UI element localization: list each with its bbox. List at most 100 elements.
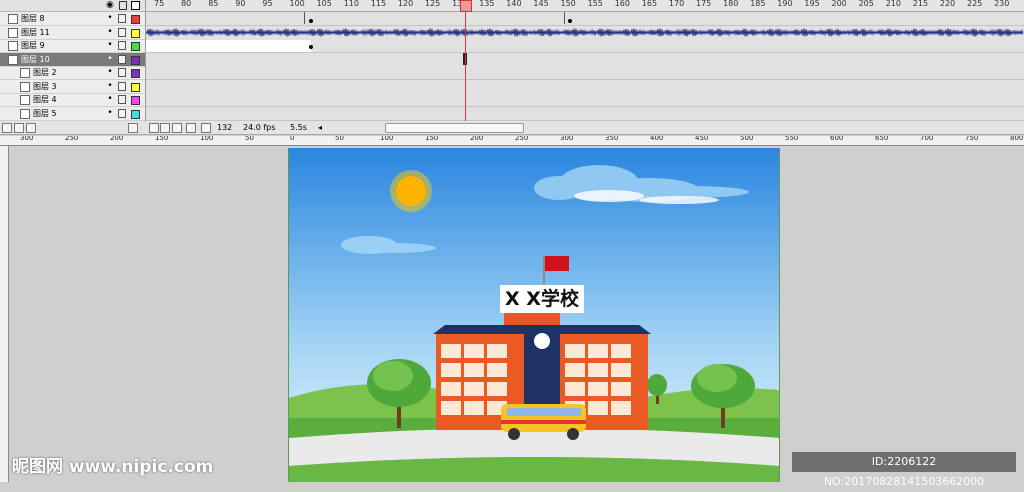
lock-icon[interactable] xyxy=(118,68,126,77)
layer-color-swatch[interactable] xyxy=(131,15,140,24)
onion-outline-icon[interactable] xyxy=(172,123,182,133)
layer-name[interactable]: 图层 3 xyxy=(33,80,57,93)
visibility-dot[interactable]: • xyxy=(107,80,113,93)
frame-row[interactable] xyxy=(146,79,1024,94)
frame-number: 170 xyxy=(668,0,685,8)
layer-row[interactable]: 图层 8 • xyxy=(0,12,145,26)
window xyxy=(611,382,631,396)
layer-row[interactable]: 图层 5 • xyxy=(0,107,145,121)
frame-number: 85 xyxy=(208,0,219,8)
center-frame-icon[interactable] xyxy=(149,123,159,133)
playhead[interactable] xyxy=(465,0,466,122)
layer-row[interactable]: 图层 3 • xyxy=(0,80,145,94)
layer-color-swatch[interactable] xyxy=(131,28,140,38)
keyframe[interactable] xyxy=(568,19,572,23)
frame-number: 215 xyxy=(912,0,929,8)
visibility-dot[interactable]: • xyxy=(107,12,113,25)
lock-icon[interactable] xyxy=(118,108,126,118)
frame-number: 145 xyxy=(533,0,549,8)
ruler-number: 200 xyxy=(110,136,124,142)
lock-icon[interactable] xyxy=(118,27,126,37)
visibility-dot[interactable]: • xyxy=(107,53,113,66)
layer-name[interactable]: 图层 4 xyxy=(33,93,57,106)
frame-rate[interactable]: 24.0 fps xyxy=(243,121,275,134)
layer-icon[interactable] xyxy=(20,81,30,92)
frame-row[interactable] xyxy=(146,66,1024,80)
ruler-number: 300 xyxy=(20,136,34,142)
frame-number: 140 xyxy=(506,0,522,8)
layer-row[interactable]: 图层 4 • xyxy=(0,93,145,107)
ruler-number: 400 xyxy=(650,136,664,142)
elapsed-time[interactable]: 5.5s xyxy=(290,121,307,134)
layer-name[interactable]: 图层 2 xyxy=(33,66,57,79)
layer-name[interactable]: 图层 9 xyxy=(21,39,45,52)
scroll-left-icon[interactable]: ◂ xyxy=(318,121,322,134)
layer-row[interactable]: 图层 9 • xyxy=(0,39,145,53)
frame-number: 135 xyxy=(479,0,495,8)
lock-icon[interactable] xyxy=(118,54,126,64)
folder-icon[interactable] xyxy=(8,54,18,65)
lock-icon[interactable] xyxy=(119,1,127,10)
layer-icon[interactable] xyxy=(8,14,18,24)
lock-icon[interactable] xyxy=(118,41,126,50)
layer-name[interactable]: 图层 8 xyxy=(21,12,45,25)
current-frame[interactable]: 132 xyxy=(217,121,232,134)
visibility-dot[interactable]: • xyxy=(107,66,113,79)
outline-icon[interactable] xyxy=(131,1,140,10)
layer-icon[interactable] xyxy=(20,108,30,119)
frame-number: 115 xyxy=(370,0,387,8)
frame-grid[interactable]: 7580859095100105110115120125130135140145… xyxy=(146,0,1024,122)
new-folder-icon[interactable] xyxy=(14,123,24,133)
frame-row[interactable] xyxy=(146,12,1024,26)
frame-row[interactable] xyxy=(146,93,1024,107)
frame-row[interactable] xyxy=(146,106,1024,121)
ruler-number: 200 xyxy=(470,136,484,142)
visibility-dot[interactable]: • xyxy=(107,26,113,39)
visibility-dot[interactable]: • xyxy=(107,93,113,106)
eye-icon[interactable]: ◉ xyxy=(106,0,114,10)
layer-row[interactable]: 图层 11 • xyxy=(0,26,145,40)
lock-icon[interactable] xyxy=(118,14,126,23)
layer-color-swatch[interactable] xyxy=(131,109,140,119)
keyframe[interactable] xyxy=(309,19,313,23)
layer-row[interactable]: 图层 2 • xyxy=(0,66,145,80)
layer-name[interactable]: 图层 10 xyxy=(21,53,50,66)
delete-icon[interactable] xyxy=(128,123,138,133)
layer-color-swatch[interactable] xyxy=(131,55,140,65)
frame-number: 205 xyxy=(858,0,874,8)
onion-skin-icon[interactable] xyxy=(160,123,170,133)
layer-name[interactable]: 图层 11 xyxy=(21,26,50,39)
layer-icon[interactable] xyxy=(20,68,30,78)
new-layer-icon[interactable] xyxy=(2,123,12,133)
edit-multiple-icon[interactable] xyxy=(186,123,196,133)
layer-icon[interactable] xyxy=(8,41,18,51)
window xyxy=(487,382,507,396)
layer-color-swatch[interactable] xyxy=(131,96,140,105)
frame-number: 75 xyxy=(154,0,165,8)
layer-color-swatch[interactable] xyxy=(131,69,140,78)
flag-icon xyxy=(545,256,569,271)
stage-canvas[interactable]: X X学校 xyxy=(288,148,780,482)
visibility-dot[interactable]: • xyxy=(107,107,113,120)
layer-icon[interactable] xyxy=(8,27,18,38)
keyframe[interactable] xyxy=(309,45,313,49)
ruler-number: 50 xyxy=(335,136,344,142)
lock-icon[interactable] xyxy=(118,81,126,91)
lock-icon[interactable] xyxy=(118,95,126,104)
folder-icon[interactable] xyxy=(26,123,36,133)
layer-color-swatch[interactable] xyxy=(131,42,140,51)
layer-color-swatch[interactable] xyxy=(131,82,140,92)
playhead-handle[interactable] xyxy=(460,0,472,12)
timeline-scrollbar[interactable] xyxy=(385,123,524,133)
watermark-id: ID:2206122 NO:20170828141503662000 xyxy=(792,452,1016,488)
ruler-number: 600 xyxy=(830,136,844,142)
onion-markers-icon[interactable] xyxy=(201,123,211,133)
frame-number: 230 xyxy=(994,0,1010,8)
visibility-dot[interactable]: • xyxy=(107,39,113,52)
layer-name[interactable]: 图层 5 xyxy=(33,107,57,120)
layer-row[interactable]: 图层 10 • xyxy=(0,52,145,67)
layer-icon[interactable] xyxy=(20,95,30,105)
frame-ruler[interactable]: 7580859095100105110115120125130135140145… xyxy=(146,0,1024,12)
window xyxy=(464,363,484,377)
frame-row[interactable] xyxy=(146,52,1024,67)
